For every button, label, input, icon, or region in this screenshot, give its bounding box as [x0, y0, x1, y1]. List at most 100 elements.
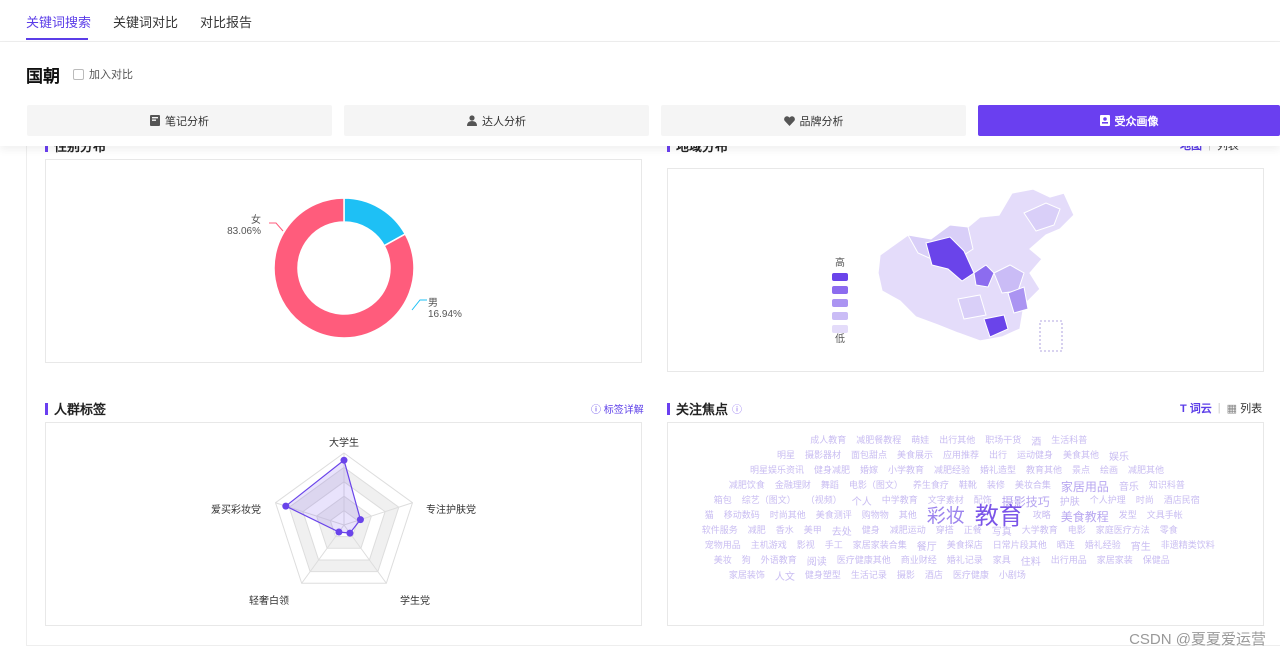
wordcloud-word[interactable]: 酒 [1031, 433, 1041, 448]
wordcloud-word[interactable]: 外语教育 [761, 553, 797, 566]
wordcloud-word[interactable]: 小剧场 [999, 568, 1026, 581]
wordcloud-word[interactable]: 综艺（图文） [742, 493, 796, 506]
wordcloud-word[interactable]: 美甲 [804, 523, 822, 536]
wordcloud-word[interactable]: 鞋靴 [959, 478, 977, 491]
wordcloud-word[interactable]: 狗 [742, 553, 751, 566]
legend-swatch[interactable] [832, 325, 848, 333]
wordcloud-word[interactable]: 舞蹈 [821, 478, 839, 491]
wordcloud-word[interactable]: （视频） [806, 493, 842, 506]
wordcloud-word[interactable]: 生活记录 [851, 568, 887, 581]
wordcloud-word[interactable]: 影视 [797, 538, 815, 551]
radar-point[interactable] [282, 502, 290, 510]
wordcloud-word[interactable]: 香水 [776, 523, 794, 536]
wordcloud-view-option[interactable]: T 词云 [1180, 400, 1212, 416]
wordcloud-word[interactable]: 家具 [993, 553, 1011, 566]
wordcloud-word[interactable]: 成人教育 [810, 433, 846, 446]
wordcloud-word[interactable]: 文具手帐 [1147, 508, 1183, 521]
wordcloud-word[interactable]: 金融理财 [775, 478, 811, 491]
wordcloud-word[interactable]: 出行用品 [1051, 553, 1087, 566]
wordcloud-word[interactable]: 知识科普 [1149, 478, 1185, 491]
wordcloud-word[interactable]: 美食测评 [816, 508, 852, 521]
wordcloud-word[interactable]: 中学教育 [882, 493, 918, 506]
wordcloud-word[interactable]: 酒店 [925, 568, 943, 581]
wordcloud-word[interactable]: 面包甜点 [851, 448, 887, 461]
wordcloud-word[interactable]: 出行其他 [939, 433, 975, 446]
wordcloud-word[interactable]: 美食展示 [897, 448, 933, 461]
tab-compare-report[interactable]: 对比报告 [200, 12, 252, 31]
wordcloud-word[interactable]: 商业财经 [901, 553, 937, 566]
wordcloud-word[interactable]: 明星娱乐资讯 [750, 463, 804, 476]
wordcloud-word[interactable]: 发型 [1119, 508, 1137, 521]
wordcloud-word[interactable]: 教育其他 [1026, 463, 1062, 476]
wordcloud-word[interactable]: 非遗精类饮料 [1161, 538, 1215, 551]
wordcloud-word[interactable]: 医疗健康 [953, 568, 989, 581]
wordcloud-word[interactable]: 减肥运动 [890, 523, 926, 536]
wordcloud-word[interactable]: 萌娃 [911, 433, 929, 446]
wordcloud-word[interactable]: 主机游戏 [751, 538, 787, 551]
wordcloud-word[interactable]: 个人护理 [1090, 493, 1126, 506]
wordcloud-word[interactable]: 运动健身 [1017, 448, 1053, 461]
wordcloud-word[interactable]: 箱包 [714, 493, 732, 506]
brand-analysis-button[interactable]: 品牌分析 [661, 105, 966, 136]
help-circle-icon[interactable]: ⓘ [732, 401, 742, 416]
legend-swatch[interactable] [832, 312, 848, 320]
wordcloud-word[interactable]: 家居家装合集 [853, 538, 907, 551]
wordcloud-word[interactable]: 美食探店 [947, 538, 983, 551]
wordcloud-word[interactable]: 大学教育 [1022, 523, 1058, 536]
checkbox-icon[interactable] [73, 68, 84, 80]
wordcloud-word[interactable]: 养生食疗 [913, 478, 949, 491]
tab-keyword-search[interactable]: 关键词搜索 [26, 12, 91, 31]
wordcloud-word[interactable]: 人文 [775, 568, 795, 583]
wordcloud-word[interactable]: 正餐 [964, 523, 982, 536]
wordcloud-word[interactable]: 美妆合集 [1015, 478, 1051, 491]
wordcloud-word[interactable]: 护肤 [1060, 493, 1080, 508]
wordcloud-word[interactable]: 美食其他 [1063, 448, 1099, 461]
wordcloud-word[interactable]: 出行 [989, 448, 1007, 461]
influencer-analysis-button[interactable]: 达人分析 [344, 105, 649, 136]
wordcloud-word[interactable]: 婚礼造型 [980, 463, 1016, 476]
wordcloud-word[interactable]: 手工 [825, 538, 843, 551]
wordcloud-word[interactable]: 减肥餐教程 [856, 433, 901, 446]
wordcloud-word[interactable]: 写真 [992, 523, 1012, 538]
wordcloud-word[interactable]: 婚嫁 [860, 463, 878, 476]
legend-swatch[interactable] [832, 299, 848, 307]
wordcloud-word[interactable]: 时尚其他 [770, 508, 806, 521]
wordcloud-word[interactable]: 减肥经验 [934, 463, 970, 476]
wordcloud-word[interactable]: 家居家装 [1097, 553, 1133, 566]
wordcloud-word[interactable]: 购物物 [862, 508, 889, 521]
wordcloud-word[interactable]: 减肥饮食 [729, 478, 765, 491]
wordcloud-word[interactable]: 家居装饰 [729, 568, 765, 581]
wordcloud-word[interactable]: 宠物用品 [705, 538, 741, 551]
wordcloud-word[interactable]: 健身减肥 [814, 463, 850, 476]
wordcloud-word[interactable]: 保健品 [1143, 553, 1170, 566]
wordcloud-word[interactable]: 家庭医疗方法 [1096, 523, 1150, 536]
legend-swatch[interactable] [832, 286, 848, 294]
wordcloud-word[interactable]: 景点 [1072, 463, 1090, 476]
wordcloud-word[interactable]: 音乐 [1119, 478, 1139, 493]
wordcloud-word[interactable]: 晒连 [1057, 538, 1075, 551]
audience-profile-button[interactable]: 受众画像 [978, 105, 1280, 136]
wordcloud-word[interactable]: 小学教育 [888, 463, 924, 476]
wordcloud-word[interactable]: 零食 [1160, 523, 1178, 536]
wordcloud-word[interactable]: 软件服务 [702, 523, 738, 536]
wordcloud-word[interactable]: 职场干货 [985, 433, 1021, 446]
wordcloud-word[interactable]: 住料 [1021, 553, 1041, 568]
wordcloud-word[interactable]: 时尚 [1136, 493, 1154, 506]
wordcloud-word[interactable]: 穿搭 [936, 523, 954, 536]
wordcloud-word[interactable]: 健身塑型 [805, 568, 841, 581]
wordcloud-word[interactable]: 婚礼记录 [947, 553, 983, 566]
wordcloud-word[interactable]: 减肥其他 [1128, 463, 1164, 476]
wordcloud-word[interactable]: 美妆 [714, 553, 732, 566]
wordcloud-word[interactable]: 猫 [705, 508, 714, 521]
add-compare-checkbox[interactable]: 加入对比 [73, 66, 133, 82]
tag-details-link[interactable]: ⓘ 标签详解 [591, 401, 644, 416]
wordcloud-word[interactable]: 健身 [862, 523, 880, 536]
tab-keyword-compare[interactable]: 关键词对比 [113, 12, 178, 31]
wordcloud-word[interactable]: 生活科普 [1051, 433, 1087, 446]
wordcloud-word[interactable]: 攻略 [1033, 508, 1051, 521]
wordcloud-word[interactable]: 医疗健康其他 [837, 553, 891, 566]
wordcloud-word[interactable]: 酒店民宿 [1164, 493, 1200, 506]
radar-point[interactable] [335, 528, 343, 536]
wordcloud-word[interactable]: 日常片段其他 [993, 538, 1047, 551]
list-view-option[interactable]: ▦ 列表 [1227, 400, 1262, 416]
